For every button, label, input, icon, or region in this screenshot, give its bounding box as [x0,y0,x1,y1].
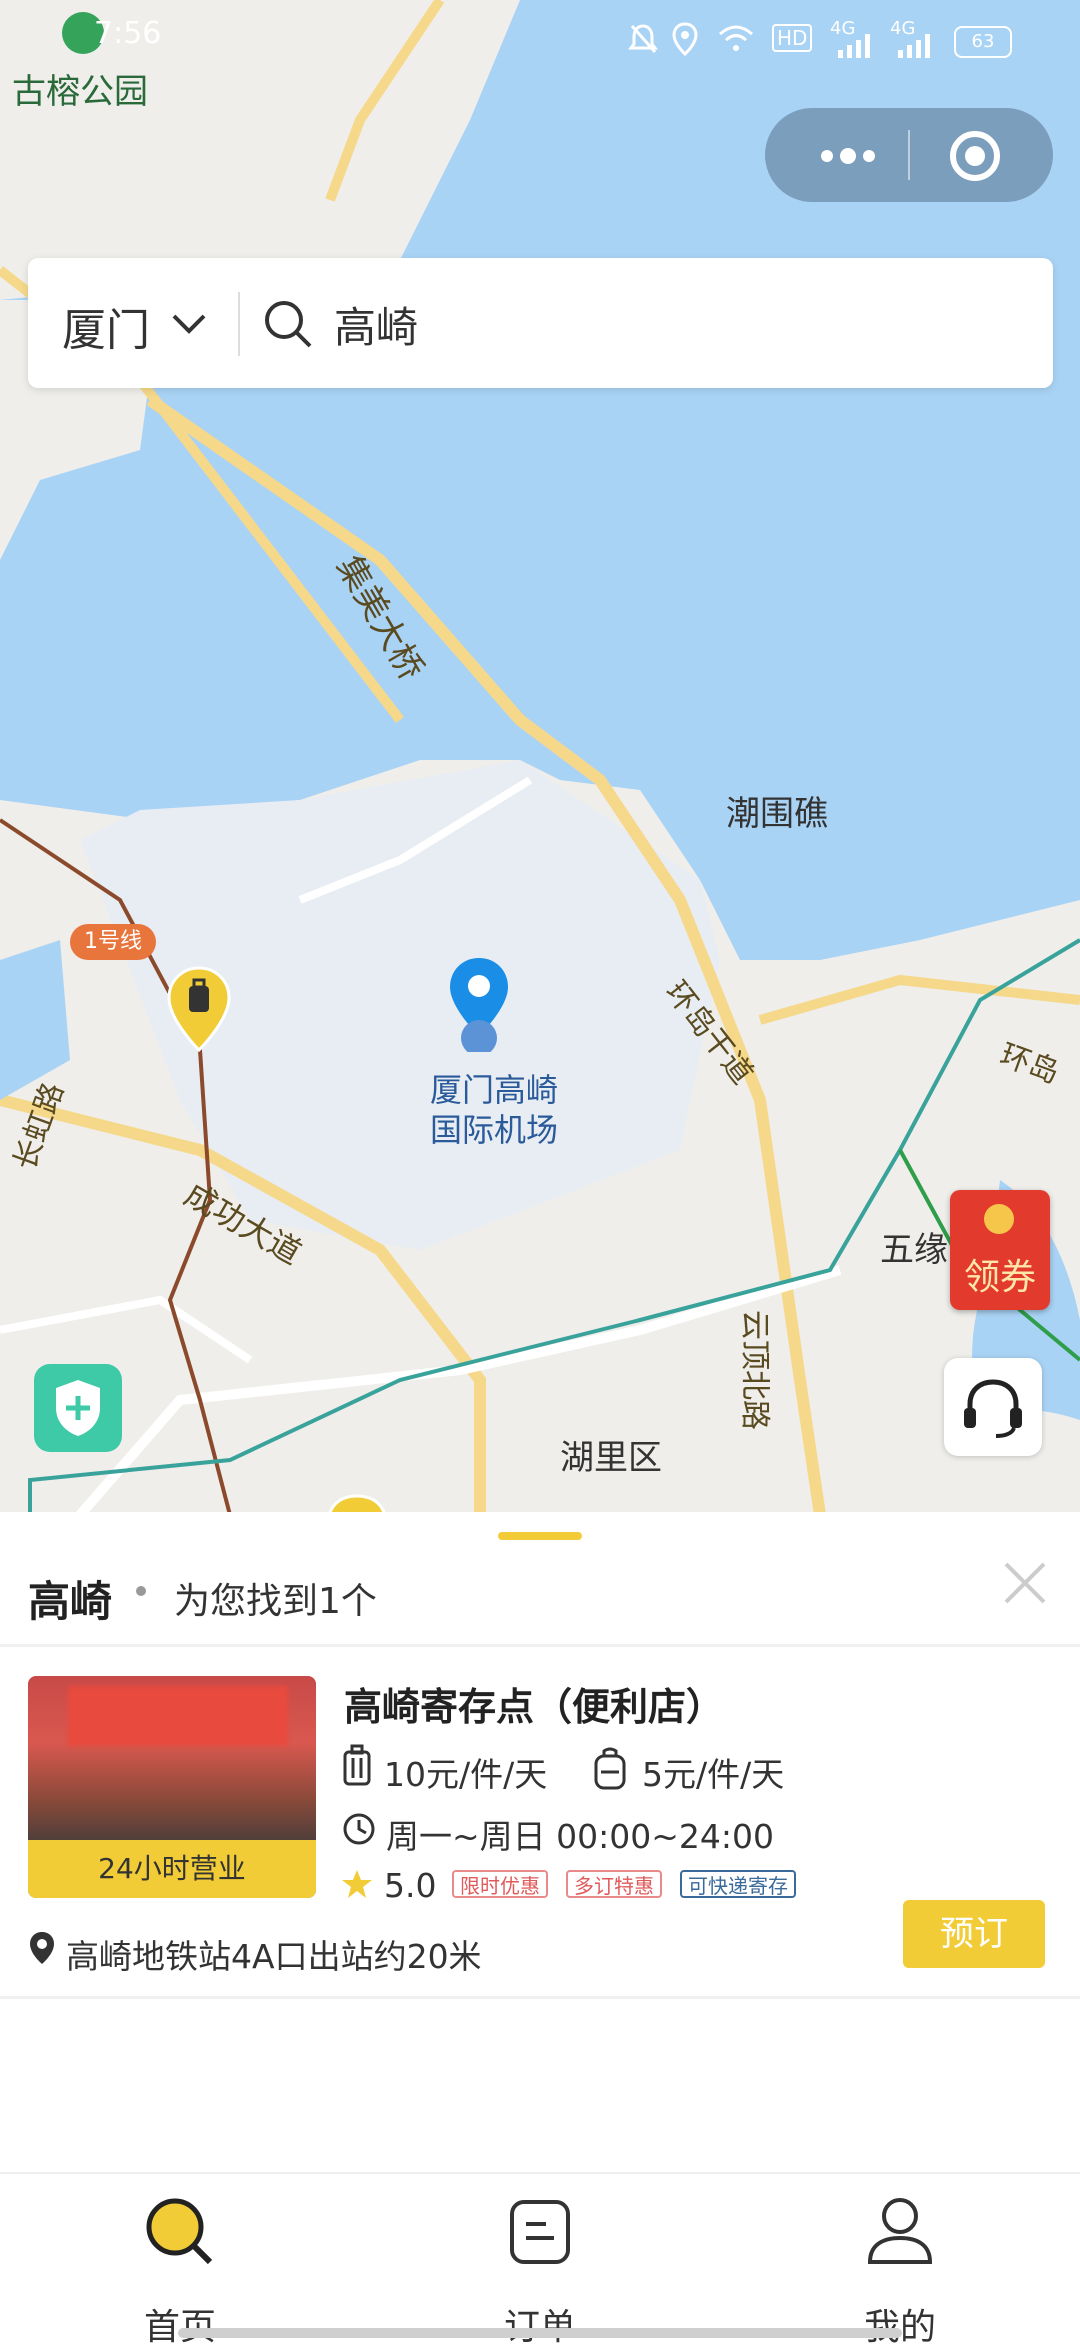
tag-multi-order: 多订特惠 [566,1870,662,1898]
backpack-icon [592,1746,628,1794]
coupon-seal-icon [984,1204,1014,1234]
divider [0,1996,1080,1999]
luggage-price: 10元/件/天 [384,1755,548,1794]
capsule-divider [908,130,910,180]
wifi-icon [716,22,756,60]
location-pin-icon[interactable] [448,956,510,1056]
chevron-down-icon [170,312,208,340]
signal-icon [896,34,936,64]
airport-label-line1: 厦门高崎 [429,1071,558,1109]
tag-limited-offer: 限时优惠 [452,1870,548,1898]
suitcase-icon [342,1744,372,1794]
status-bar: 7:56 HD 4G 4G 63 [0,0,1080,80]
signal-icon [836,34,876,64]
airport-label: 厦门高崎 国际机场 [404,1070,584,1150]
coupon-button[interactable]: 领券 [950,1190,1050,1310]
battery-indicator: 63 [954,26,1012,58]
map-view[interactable]: 古榕公园 集美大桥 潮围礁 1号线 环岛干道 环岛 成功大道 长虹路 五缘 湖里… [0,0,1080,1515]
store-thumbnail[interactable]: 24小时营业 [28,1676,316,1898]
airport-label-line2: 国际机场 [429,1111,558,1149]
book-button[interactable]: 预订 [903,1900,1045,1968]
map-label-yunding: 云顶北路 [737,1310,772,1430]
sheet-drag-handle[interactable] [498,1532,582,1540]
search-bar: 厦门 高崎 [28,258,1053,388]
location-marker-icon [28,1930,56,1970]
search-divider [238,292,240,356]
location-status-icon [672,22,698,62]
mute-bell-icon [628,22,658,60]
results-count: 为您找到1个 [174,1581,377,1622]
bag-price: 5元/件/天 [642,1755,785,1794]
tab-mine-label: 我的 [863,2307,936,2348]
headset-icon [964,1379,1022,1438]
search-icon [262,298,314,354]
map-label-district: 湖里区 [560,1438,662,1478]
home-indicator[interactable] [178,2328,902,2338]
tab-home[interactable]: 首页 [80,2174,280,2348]
star-icon [340,1868,374,1904]
customer-service-button[interactable] [944,1358,1042,1456]
search-input[interactable]: 高崎 [334,294,418,355]
more-menu-button[interactable] [803,136,893,176]
tab-bar: 首页 订单 我的 [0,2172,1080,2348]
luggage-marker-icon[interactable] [166,966,232,1053]
map-label-wuyuan: 五缘 [880,1230,948,1270]
shield-icon [56,1380,100,1436]
separator-dot [136,1586,146,1596]
hd-badge: HD [772,24,813,52]
city-label: 厦门 [62,305,150,356]
opening-hours: 周一~周日 00:00~24:00 [386,1817,774,1856]
close-results-button[interactable] [1000,1558,1050,1608]
close-miniapp-button[interactable] [945,128,1005,184]
status-time: 7:56 [94,16,162,51]
home-search-icon [146,2198,213,2265]
orders-icon [510,2200,570,2264]
city-selector[interactable]: 厦门 [62,294,150,358]
storefront-sign [68,1686,288,1746]
map-label-reef: 潮围礁 [726,794,828,834]
rating: 5.0 [384,1866,437,1905]
user-icon [867,2198,933,2264]
map-canvas[interactable] [0,0,1080,1515]
clock-icon [342,1812,376,1850]
tab-mine[interactable]: 我的 [800,2174,1000,2348]
tag-express: 可快递寄存 [680,1870,796,1898]
store-address: 高崎地铁站4A口出站约20米 [66,1937,482,1976]
results-title: 高崎 [28,1577,113,1626]
divider [0,1644,1080,1647]
more-dots-icon [821,148,875,164]
safety-shield-button[interactable] [34,1364,122,1452]
close-icon [1004,1562,1046,1604]
target-circle-icon [950,131,1000,181]
tab-orders-label: 订单 [440,2298,640,2350]
coupon-label: 领券 [963,1257,1036,1298]
miniapp-capsule [765,108,1053,202]
tab-home-label: 首页 [80,2298,280,2350]
metro-line-badge: 1号线 [70,924,156,960]
hours-badge: 24小时营业 [28,1840,316,1898]
store-name[interactable]: 高崎寄存点（便利店） [344,1676,724,1731]
tab-orders[interactable]: 订单 [440,2174,640,2348]
